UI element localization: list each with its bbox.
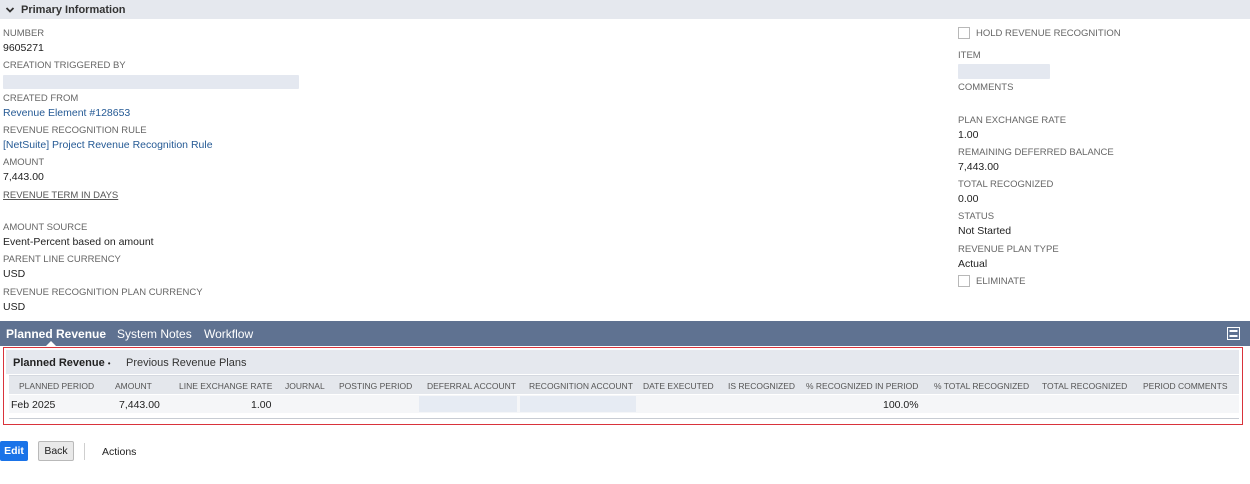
button-divider bbox=[84, 443, 85, 460]
plan-exchange-rate-field: PLAN EXCHANGE RATE 1.00 bbox=[958, 115, 1066, 142]
remaining-deferred-field: REMAINING DEFERRED BALANCE 7,443.00 bbox=[958, 147, 1114, 174]
remaining-deferred-value: 7,443.00 bbox=[958, 161, 999, 173]
subtab-previous-revenue-plans[interactable]: Previous Revenue Plans bbox=[126, 357, 246, 369]
plan-type-value: Actual bbox=[958, 258, 988, 270]
comments-label: COMMENTS bbox=[958, 82, 1014, 93]
col-deferral-account[interactable]: DEFERRAL ACCOUNT bbox=[427, 381, 516, 391]
grid-header-row: PLANNED PERIOD AMOUNT LINE EXCHANGE RATE… bbox=[9, 375, 1239, 394]
plan-exchange-rate-value: 1.00 bbox=[958, 129, 979, 141]
col-line-exchange-rate[interactable]: LINE EXCHANGE RATE bbox=[179, 381, 272, 391]
hold-rev-rec-checkbox[interactable] bbox=[958, 26, 970, 39]
created-from-label: CREATED FROM bbox=[3, 93, 79, 104]
creation-triggered-by-label: CREATION TRIGGERED BY bbox=[3, 60, 126, 71]
col-pct-total-recognized[interactable]: % TOTAL RECOGNIZED bbox=[934, 381, 1029, 391]
tab-system-notes[interactable]: System Notes bbox=[117, 327, 192, 341]
actions-menu[interactable]: Actions bbox=[102, 446, 136, 458]
back-button[interactable]: Back bbox=[38, 441, 74, 461]
hold-rev-rec-label: HOLD REVENUE RECOGNITION bbox=[976, 28, 1121, 39]
rev-rec-rule-label: REVENUE RECOGNITION RULE bbox=[3, 125, 147, 136]
parent-line-currency-label: PARENT LINE CURRENCY bbox=[3, 254, 121, 265]
col-period-comments[interactable]: PERIOD COMMENTS bbox=[1143, 381, 1228, 391]
eliminate-label: ELIMINATE bbox=[976, 276, 1026, 287]
col-amount[interactable]: AMOUNT bbox=[115, 381, 152, 391]
total-recognized-field: TOTAL RECOGNIZED 0.00 bbox=[958, 179, 1053, 206]
hold-rev-rec-field: HOLD REVENUE RECOGNITION bbox=[958, 25, 1121, 40]
parent-line-currency-field: PARENT LINE CURRENCY USD bbox=[3, 254, 121, 281]
menu-icon[interactable] bbox=[1227, 327, 1240, 340]
remaining-deferred-label: REMAINING DEFERRED BALANCE bbox=[958, 147, 1114, 158]
plan-type-label: REVENUE PLAN TYPE bbox=[958, 244, 1059, 255]
tab-planned-revenue[interactable]: Planned Revenue bbox=[6, 327, 106, 341]
amount-source-value: Event-Percent based on amount bbox=[3, 236, 154, 248]
item-field: ITEM bbox=[958, 50, 1050, 79]
amount-field: AMOUNT 7,443.00 bbox=[3, 157, 44, 184]
cell-deferral-account bbox=[419, 396, 517, 412]
planned-revenue-subpanel: Planned Revenue • Previous Revenue Plans… bbox=[3, 347, 1243, 425]
cell-amount: 7,443.00 bbox=[119, 399, 160, 411]
edit-button[interactable]: Edit bbox=[0, 441, 28, 461]
amount-value: 7,443.00 bbox=[3, 171, 44, 183]
creation-triggered-by-value bbox=[3, 75, 299, 89]
subtab-active-marker: • bbox=[107, 359, 111, 368]
cell-recognition-account bbox=[520, 396, 636, 412]
plan-exchange-rate-label: PLAN EXCHANGE RATE bbox=[958, 115, 1067, 126]
col-recognition-account[interactable]: RECOGNITION ACCOUNT bbox=[529, 381, 633, 391]
tab-workflow[interactable]: Workflow bbox=[204, 327, 253, 341]
subtab-bar: Planned Revenue • Previous Revenue Plans bbox=[6, 350, 1239, 374]
amount-label: AMOUNT bbox=[3, 157, 45, 168]
comments-field: COMMENTS bbox=[958, 82, 1013, 94]
created-from-link[interactable]: Revenue Element #128653 bbox=[3, 106, 130, 120]
creation-triggered-by-field: CREATION TRIGGERED BY bbox=[3, 60, 299, 89]
col-pct-recognized-in-period[interactable]: % RECOGNIZED IN PERIOD bbox=[806, 381, 918, 391]
plan-currency-label: REVENUE RECOGNITION PLAN CURRENCY bbox=[3, 287, 203, 298]
total-recognized-value: 0.00 bbox=[958, 193, 979, 205]
cell-planned-period: Feb 2025 bbox=[11, 399, 56, 411]
rev-rec-rule-link[interactable]: [NetSuite] Project Revenue Recognition R… bbox=[3, 138, 213, 152]
plan-currency-value: USD bbox=[3, 301, 26, 313]
eliminate-field: ELIMINATE bbox=[958, 273, 1025, 288]
subtab-planned-revenue[interactable]: Planned Revenue • bbox=[13, 357, 111, 369]
amount-source-field: AMOUNT SOURCE Event-Percent based on amo… bbox=[3, 222, 154, 249]
active-tab-indicator bbox=[46, 341, 56, 346]
primary-information-header[interactable]: Primary Information bbox=[0, 0, 1250, 19]
created-from-field: CREATED FROM Revenue Element #128653 bbox=[3, 93, 130, 120]
number-value: 9605271 bbox=[3, 42, 44, 54]
section-title: Primary Information bbox=[21, 3, 126, 16]
col-journal[interactable]: JOURNAL bbox=[285, 381, 325, 391]
chevron-down-icon[interactable] bbox=[5, 5, 15, 15]
status-value: Not Started bbox=[958, 225, 1012, 237]
number-field: NUMBER 9605271 bbox=[3, 28, 44, 55]
col-is-recognized[interactable]: IS RECOGNIZED bbox=[728, 381, 795, 391]
item-value bbox=[958, 64, 1050, 79]
grid-divider bbox=[9, 418, 1239, 419]
cell-line-exchange-rate: 1.00 bbox=[251, 399, 272, 411]
status-label: STATUS bbox=[958, 211, 995, 222]
subtab-planned-revenue-label: Planned Revenue bbox=[13, 357, 105, 369]
record-tab-bar: Planned Revenue System Notes Workflow bbox=[0, 321, 1250, 346]
col-total-recognized[interactable]: TOTAL RECOGNIZED bbox=[1042, 381, 1127, 391]
status-field: STATUS Not Started bbox=[958, 211, 1011, 238]
col-posting-period[interactable]: POSTING PERIOD bbox=[339, 381, 412, 391]
parent-line-currency-value: USD bbox=[3, 268, 26, 280]
item-label: ITEM bbox=[958, 50, 981, 61]
revenue-term-label[interactable]: REVENUE TERM IN DAYS bbox=[3, 190, 118, 202]
plan-type-field: REVENUE PLAN TYPE Actual bbox=[958, 244, 1059, 271]
eliminate-checkbox[interactable] bbox=[958, 274, 970, 287]
col-date-executed[interactable]: DATE EXECUTED bbox=[643, 381, 714, 391]
plan-currency-field: REVENUE RECOGNITION PLAN CURRENCY USD bbox=[3, 287, 203, 314]
rev-rec-rule-field: REVENUE RECOGNITION RULE [NetSuite] Proj… bbox=[3, 125, 213, 152]
table-row[interactable]: Feb 2025 7,443.00 1.00 100.0% bbox=[9, 395, 1239, 413]
amount-source-label: AMOUNT SOURCE bbox=[3, 222, 88, 233]
number-label: NUMBER bbox=[3, 28, 45, 39]
col-planned-period[interactable]: PLANNED PERIOD bbox=[19, 381, 94, 391]
cell-pct-recognized-in-period: 100.0% bbox=[883, 399, 919, 411]
revenue-term-field: REVENUE TERM IN DAYS bbox=[3, 190, 118, 202]
total-recognized-label: TOTAL RECOGNIZED bbox=[958, 179, 1054, 190]
